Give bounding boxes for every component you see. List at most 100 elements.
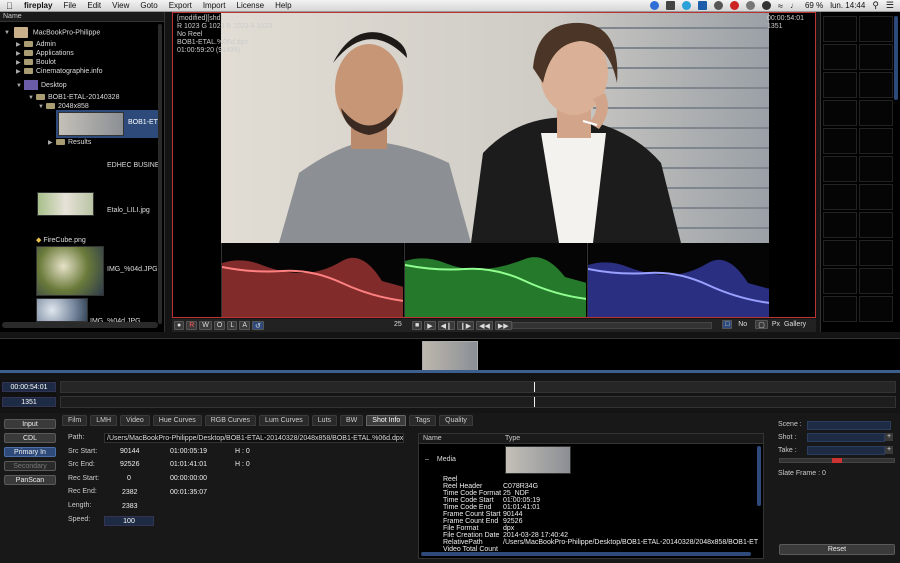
scope-cell[interactable] [823, 72, 857, 98]
scope-cell[interactable] [859, 296, 893, 322]
tab-lmh[interactable]: LMH [90, 415, 117, 426]
col-type[interactable]: Type [505, 434, 520, 444]
triangle-down-icon[interactable]: ▼ [38, 104, 46, 110]
triangle-down-icon[interactable]: ▼ [16, 83, 24, 89]
take-field[interactable] [807, 446, 885, 455]
scope-cell[interactable] [859, 16, 893, 42]
tree-folder-boulot[interactable]: ▶ Boulot [16, 59, 56, 66]
tray-app-icon[interactable] [650, 1, 659, 10]
tab-hue-curves[interactable]: Hue Curves [152, 415, 202, 426]
px-button[interactable]: Px [772, 321, 780, 328]
triangle-right-icon[interactable]: ▶ [16, 68, 24, 75]
menu-license[interactable]: License [237, 1, 265, 10]
scope-cell[interactable] [859, 128, 893, 154]
file-thumbnail[interactable] [36, 246, 104, 296]
fit-icon[interactable]: ▢ [755, 320, 768, 329]
scene-field[interactable] [807, 421, 891, 430]
clock[interactable]: lun. 14:44 [830, 1, 865, 10]
menu-help[interactable]: Help [275, 1, 291, 10]
playhead[interactable] [534, 397, 535, 407]
tree-folder-cinematographie[interactable]: ▶ Cinematographie.info [16, 68, 103, 75]
scopes-scrollbar[interactable] [894, 16, 898, 100]
scope-cell[interactable] [823, 184, 857, 210]
mode-w-button[interactable]: W [199, 321, 212, 330]
triangle-right-icon[interactable]: ▶ [16, 50, 24, 57]
mode-o-button[interactable]: O [213, 321, 226, 330]
triangle-right-icon[interactable]: ▶ [16, 59, 24, 66]
path-field[interactable]: /Users/MacBookPro-Philippe/Desktop/BOB1-… [104, 433, 404, 443]
tree-clip-selected[interactable]: BOB1-ET [56, 110, 160, 138]
tray-record-icon[interactable] [730, 1, 739, 10]
scope-cell[interactable] [823, 16, 857, 42]
scope-cell[interactable] [823, 296, 857, 322]
browser-hscrollbar[interactable] [2, 322, 158, 328]
battery-level[interactable]: 69 % [805, 1, 823, 10]
file-etalo[interactable]: Etalo_LILI.jpg [107, 207, 150, 214]
speed-field[interactable]: 100 [104, 516, 154, 526]
timeline-clips[interactable] [0, 338, 900, 371]
browser-scrollbar[interactable] [158, 24, 162, 324]
frame-field[interactable]: 1351 [2, 397, 56, 407]
timeline-track[interactable] [60, 396, 896, 408]
tray-gear-icon[interactable] [714, 1, 723, 10]
tree-root[interactable]: ▼ MacBookPro-Philippe [4, 27, 100, 38]
file-edhec[interactable]: EDHEC BUSINE [107, 162, 160, 169]
search-icon[interactable]: ⚲ [872, 0, 879, 11]
tray-timemachine-icon[interactable] [746, 1, 755, 10]
file-firecube[interactable]: ◆ FireCube.png [36, 236, 86, 244]
play-icon[interactable]: ▶ [424, 321, 436, 330]
color-wheel-icon[interactable]: ● [174, 321, 185, 330]
timeline-ruler[interactable] [60, 381, 896, 393]
scope-cell[interactable] [859, 100, 893, 126]
scope-cell[interactable] [859, 240, 893, 266]
menu-app-name[interactable]: fireplay [24, 1, 52, 10]
step-back-icon[interactable]: ◀❙ [437, 321, 455, 330]
tray-dropbox-icon[interactable] [698, 1, 707, 10]
file-thumbnail[interactable] [36, 298, 88, 322]
take-slider-thumb[interactable] [832, 458, 842, 463]
triangle-down-icon[interactable]: ▼ [28, 95, 36, 101]
zoom-value[interactable]: No [738, 321, 747, 328]
timeline-track-line[interactable] [0, 370, 900, 373]
tab-bw[interactable]: BW [340, 415, 364, 426]
scope-cell[interactable] [859, 212, 893, 238]
menu-edit[interactable]: Edit [87, 1, 101, 10]
tree-folder-results[interactable]: ▶ Results [48, 139, 91, 146]
gallery-button[interactable]: Gallery [784, 321, 806, 328]
tree-folder-resolution[interactable]: ▼ 2048x858 [38, 103, 89, 110]
step-forward-icon[interactable]: ❙▶ [456, 321, 475, 330]
tray-adobe-icon[interactable] [666, 1, 675, 10]
cdl-button[interactable]: CDL [4, 433, 56, 443]
scope-cell[interactable] [823, 156, 857, 182]
menu-import[interactable]: Import [203, 1, 226, 10]
tab-rgb-curves[interactable]: RGB Curves [204, 415, 257, 426]
tree-folder-desktop[interactable]: ▼ Desktop [16, 80, 67, 90]
take-slider[interactable] [779, 458, 895, 463]
triangle-right-icon[interactable]: ▶ [16, 41, 24, 48]
tab-film[interactable]: Film [62, 415, 88, 426]
scope-cell[interactable] [859, 156, 893, 182]
primary-in-button[interactable]: Primary In [4, 447, 56, 457]
rewind-icon[interactable]: ◀◀ [476, 321, 493, 330]
scope-cell[interactable] [823, 268, 857, 294]
collapse-icon[interactable]: – [425, 456, 429, 463]
tab-luts[interactable]: Luts [311, 415, 338, 426]
shot-plus-button[interactable]: + [885, 433, 893, 441]
take-plus-button[interactable]: + [885, 446, 893, 454]
loop-icon[interactable]: ↺ [252, 321, 264, 330]
triangle-right-icon[interactable]: ▶ [48, 139, 56, 146]
metadata-scrollbar[interactable] [757, 446, 761, 506]
scope-cell[interactable] [823, 44, 857, 70]
wifi-icon[interactable]: ≈ [778, 1, 783, 11]
video-frame[interactable] [221, 13, 769, 243]
shot-field[interactable] [807, 433, 885, 442]
apple-icon[interactable]:  [6, 1, 16, 11]
mode-l-button[interactable]: L [227, 321, 238, 330]
menu-view[interactable]: View [112, 1, 129, 10]
file-thumbnail[interactable] [37, 192, 94, 216]
menu-file[interactable]: File [63, 1, 76, 10]
fps-value[interactable]: 25 [394, 321, 402, 328]
scope-cell[interactable] [859, 184, 893, 210]
zoom-icon[interactable]: □ [722, 320, 733, 329]
fast-forward-icon[interactable]: ▶▶ [494, 321, 512, 330]
